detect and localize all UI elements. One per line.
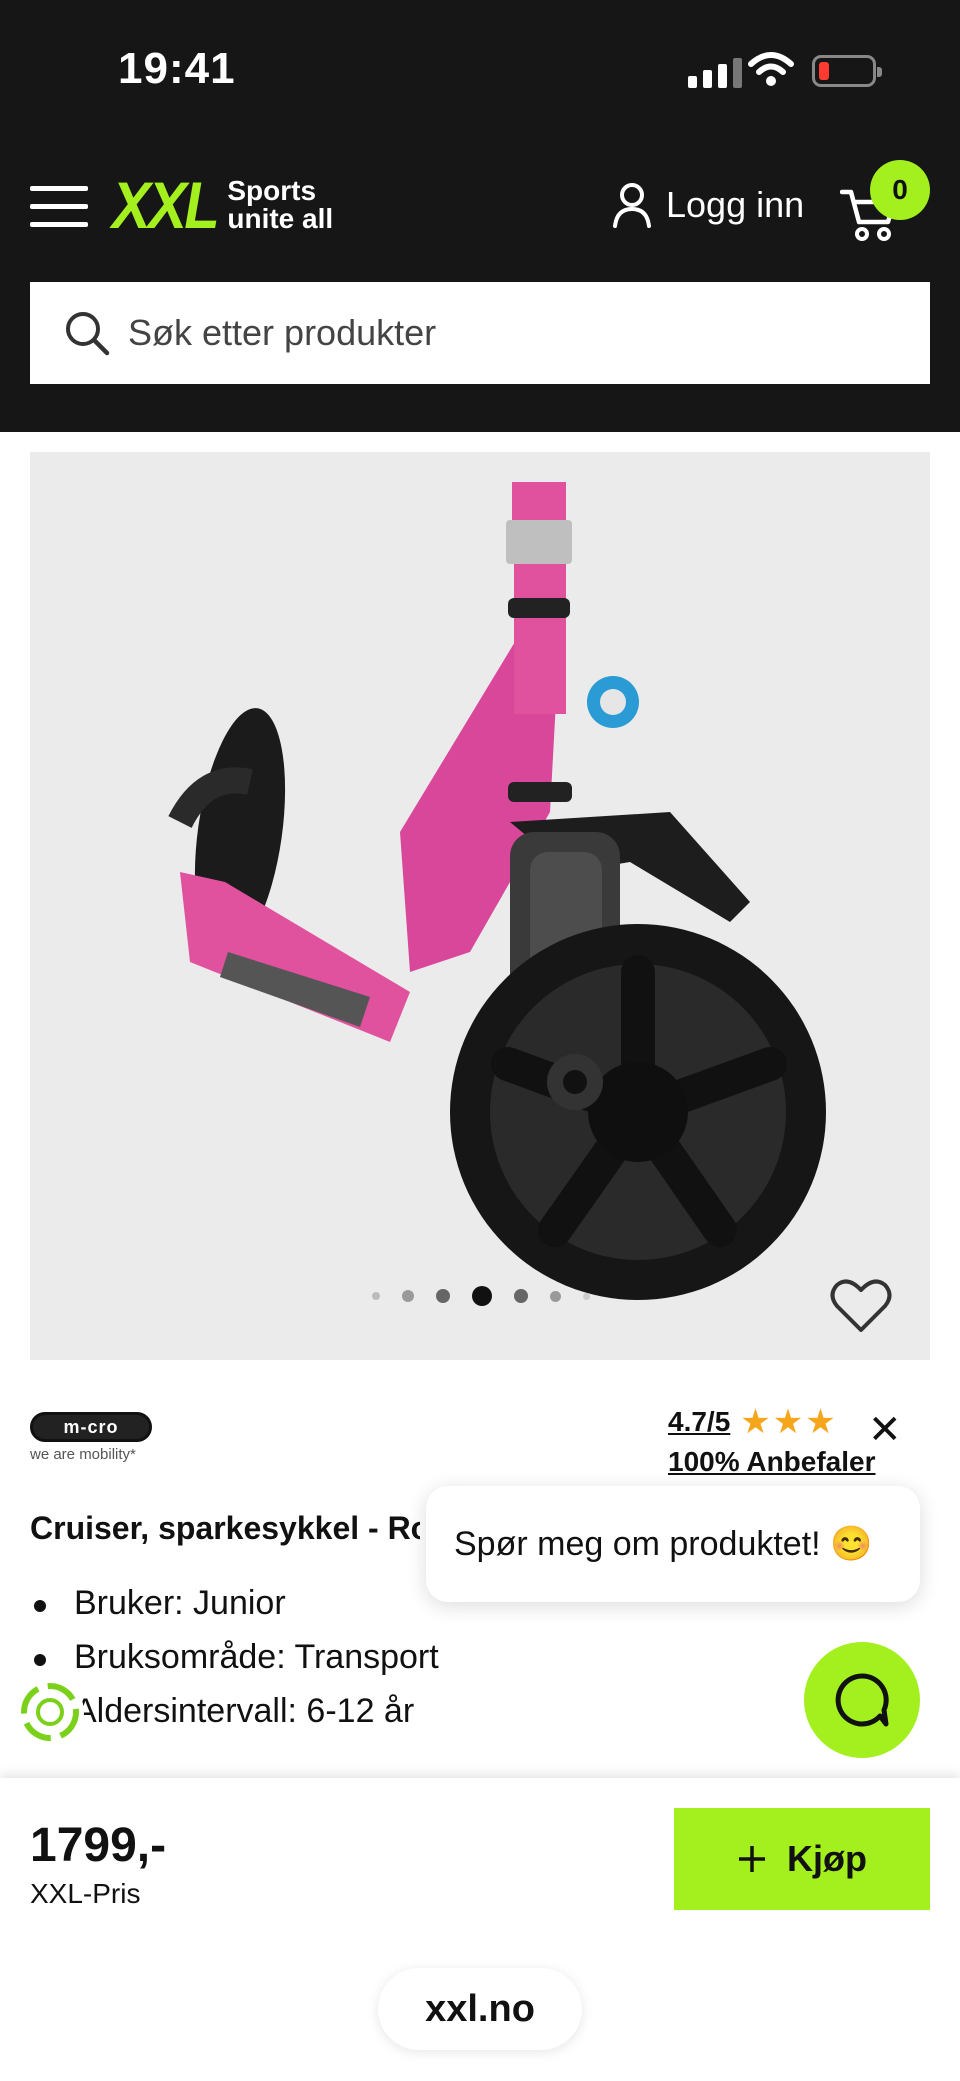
gallery-dots[interactable]: [372, 1286, 590, 1306]
brand-tagline: we are mobility*: [30, 1446, 136, 1463]
chat-button[interactable]: [804, 1642, 920, 1758]
gallery-dot[interactable]: [550, 1290, 561, 1302]
brand-name: m-cro: [30, 1412, 152, 1442]
logo-tagline-line-2: unite all: [227, 203, 334, 234]
recycle-badge[interactable]: [16, 1678, 84, 1746]
product-image: [168, 482, 826, 1300]
gallery-dot[interactable]: [402, 1290, 414, 1302]
close-icon[interactable]: ✕: [868, 1410, 902, 1450]
logo-mark: XXL: [112, 168, 220, 242]
site-header: 19:41 XXL Sports unite all Logg inn 0 Sø…: [0, 0, 960, 432]
search-input[interactable]: Søk etter produkter: [30, 282, 930, 384]
cart-count-badge[interactable]: 0: [870, 160, 930, 220]
browser-url-bar[interactable]: xxl.no: [378, 1968, 582, 2050]
brand-logo[interactable]: m-cro we are mobility*: [30, 1412, 154, 1468]
gallery-dot[interactable]: [514, 1289, 528, 1303]
buy-label: Kjøp: [787, 1838, 867, 1879]
gallery-dot[interactable]: [583, 1292, 590, 1300]
status-time: 19:41: [118, 44, 236, 93]
product-feature-list: Bruker: Junior Bruksområde: Transport Al…: [30, 1584, 439, 1746]
plus-icon: [739, 1846, 765, 1872]
product-price: 1799,-: [30, 1819, 167, 1872]
search-placeholder: Søk etter produkter: [128, 312, 437, 353]
recycle-icon: [21, 1683, 79, 1741]
price-label: XXL-Pris: [30, 1878, 141, 1909]
gallery-dot[interactable]: [372, 1292, 380, 1300]
logo-tagline: Sports unite all: [227, 177, 333, 233]
rating-score[interactable]: 4.7/5: [668, 1406, 730, 1438]
gallery-dot[interactable]: [436, 1289, 450, 1303]
logo-tagline-line-1: Sports: [227, 175, 317, 206]
favorite-heart-icon[interactable]: [830, 1278, 892, 1334]
wifi-icon: [748, 52, 794, 86]
gallery-dot-active[interactable]: [472, 1286, 492, 1306]
feature-item: Bruker: Junior: [30, 1584, 439, 1638]
chat-prompt-bubble[interactable]: Spør meg om produktet! 😊: [426, 1486, 920, 1602]
menu-icon[interactable]: [30, 186, 88, 228]
chat-icon: [835, 1673, 889, 1727]
battery-icon: [812, 55, 882, 87]
product-image-gallery[interactable]: [30, 452, 930, 1360]
login-label: Logg inn: [666, 184, 805, 225]
xxl-logo[interactable]: XXL Sports unite all: [112, 172, 333, 238]
star-rating-icon: ★★★: [740, 1403, 838, 1441]
user-icon: [613, 183, 651, 228]
buy-button[interactable]: Kjøp: [674, 1808, 930, 1910]
purchase-bar: 1799,- XXL-Pris Kjøp xxl.no: [0, 1778, 960, 2081]
feature-item: Bruksområde: Transport: [30, 1638, 439, 1692]
rating-summary[interactable]: 4.7/5 ★★★: [668, 1402, 838, 1442]
product-title: Cruiser, sparkesykkel - Rosa: [30, 1510, 420, 1546]
recommend-link[interactable]: 100% Anbefaler: [668, 1446, 876, 1478]
login-button[interactable]: Logg inn: [612, 182, 804, 228]
feature-item: Aldersintervall: 6-12 år: [30, 1692, 439, 1746]
search-icon: [66, 312, 110, 356]
cellular-signal-icon: [688, 58, 742, 88]
